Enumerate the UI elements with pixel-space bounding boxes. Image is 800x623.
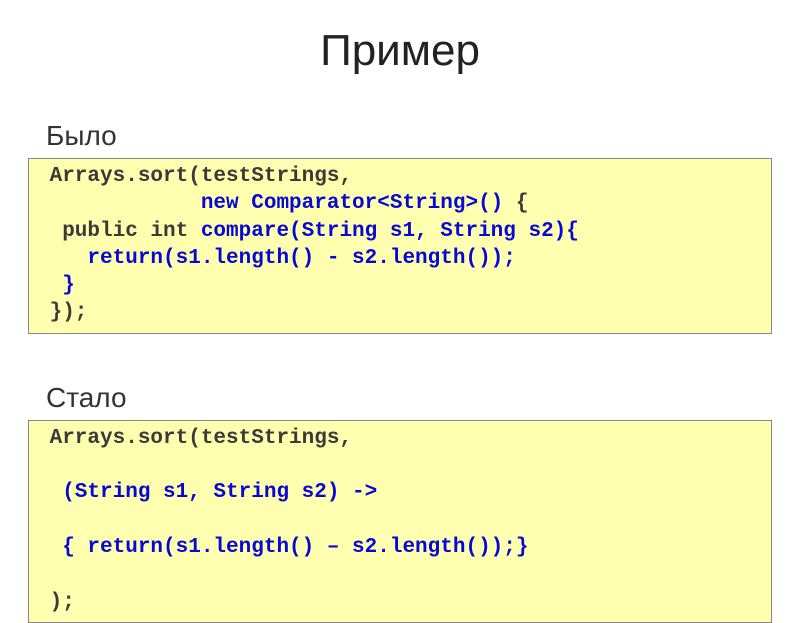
section-label-after: Стало bbox=[46, 382, 800, 414]
code-box-after: Arrays.sort(testStrings, (String s1, Str… bbox=[28, 420, 772, 623]
slide-title: Пример bbox=[0, 0, 800, 100]
code-line: Arrays.sort(testStrings, bbox=[37, 427, 352, 450]
code-line: }); bbox=[37, 301, 87, 324]
code-line: (String s1, String s2) -> bbox=[37, 481, 377, 504]
code-line bbox=[37, 192, 201, 215]
code-line: public int bbox=[37, 220, 201, 243]
code-line: Arrays.sort(testStrings, bbox=[37, 165, 352, 188]
code-line: new Comparator<String>() bbox=[201, 192, 516, 215]
code-line: { return(s1.length() – s2.length());} bbox=[37, 536, 528, 559]
code-line: } bbox=[37, 274, 75, 297]
code-line: ); bbox=[37, 591, 75, 614]
section-label-before: Было bbox=[46, 120, 800, 152]
code-line: { bbox=[516, 192, 529, 215]
code-box-before: Arrays.sort(testStrings, new Comparator<… bbox=[28, 158, 772, 334]
code-line: compare(String s1, String s2){ bbox=[201, 220, 579, 243]
code-line: return(s1.length() - s2.length()); bbox=[37, 247, 516, 270]
slide: Пример Было Arrays.sort(testStrings, new… bbox=[0, 0, 800, 600]
